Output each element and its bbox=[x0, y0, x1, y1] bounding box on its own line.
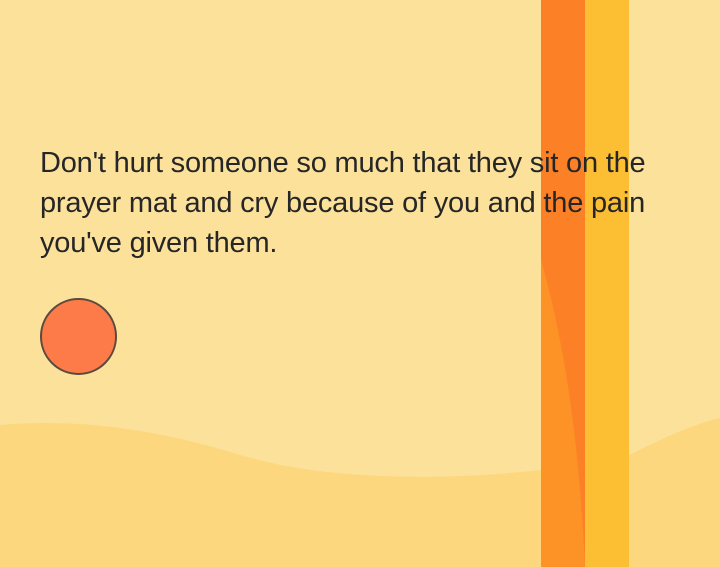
quote-text: Don't hurt someone so much that they sit… bbox=[40, 147, 646, 259]
stripe-flare bbox=[541, 260, 585, 567]
orange-circle-icon bbox=[40, 298, 117, 375]
right-wave-shape bbox=[629, 418, 720, 567]
bottom-wave-shape bbox=[0, 423, 541, 567]
